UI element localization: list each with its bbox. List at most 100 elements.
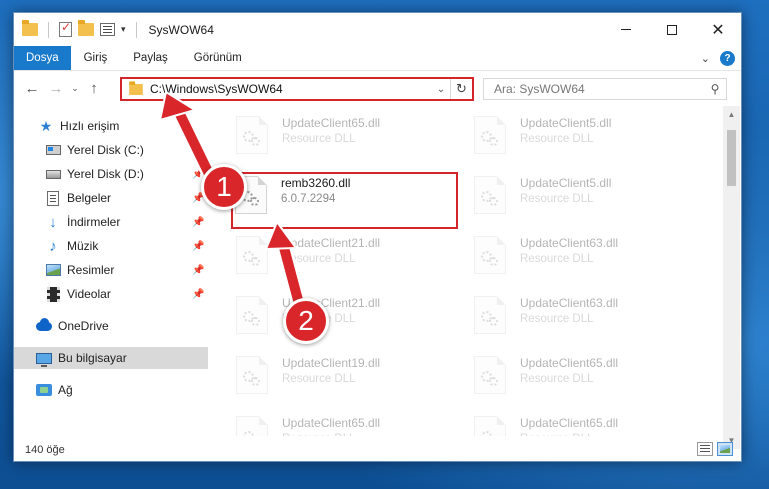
scroll-up-arrow-icon[interactable]: ▲ bbox=[723, 106, 740, 123]
window-controls: ✕ bbox=[603, 13, 741, 46]
file-item[interactable]: UpdateClient63.dll Resource DLL bbox=[474, 236, 618, 284]
dll-file-icon bbox=[474, 116, 506, 154]
forward-button[interactable]: → bbox=[44, 77, 68, 101]
file-name: UpdateClient21.dll bbox=[282, 236, 381, 250]
file-type: Resource DLL bbox=[520, 253, 594, 265]
file-name: remb3260.dll bbox=[281, 176, 351, 190]
sidebar-item-videos[interactable]: Videolar 📌 bbox=[14, 283, 208, 305]
scrollbar-thumb[interactable] bbox=[727, 130, 736, 186]
help-icon[interactable]: ? bbox=[720, 50, 735, 66]
sidebar-item-label: Belgeler bbox=[67, 191, 112, 205]
dll-file-icon bbox=[474, 356, 506, 394]
folder-icon[interactable] bbox=[22, 20, 38, 36]
pin-icon[interactable]: 📌 bbox=[192, 265, 204, 276]
file-type: Resource DLL bbox=[282, 133, 356, 145]
sidebar-item-local-disk-d[interactable]: Yerel Disk (D:) 📌 bbox=[14, 163, 208, 185]
pin-icon[interactable]: 📌 bbox=[192, 241, 204, 252]
properties-check-icon[interactable] bbox=[59, 20, 72, 37]
file-item[interactable]: UpdateClient21.dll Resource DLL bbox=[236, 236, 380, 284]
sidebar-item-label: Hızlı erişim bbox=[60, 119, 120, 133]
dll-file-icon bbox=[474, 176, 506, 214]
maximize-button[interactable] bbox=[649, 13, 695, 46]
this-pc-icon bbox=[36, 350, 52, 367]
sidebar-item-music[interactable]: ♪ Müzik 📌 bbox=[14, 235, 208, 257]
status-bar: 140 öğe bbox=[14, 438, 741, 461]
file-list: UpdateClient65.dll Resource DLL UpdateCli… bbox=[222, 106, 722, 436]
sidebar-item-label: Bu bilgisayar bbox=[58, 351, 127, 365]
file-name: UpdateClient63.dll bbox=[520, 296, 619, 310]
vertical-scrollbar[interactable]: ▲ ▼ bbox=[723, 106, 740, 449]
pin-icon[interactable]: 📌 bbox=[192, 217, 204, 228]
tab-share[interactable]: Paylaş bbox=[120, 46, 181, 70]
file-type: Resource DLL bbox=[520, 133, 594, 145]
minimize-icon bbox=[621, 29, 631, 30]
file-item[interactable]: UpdateClient65.dllResource DLL bbox=[474, 356, 618, 404]
navigation-buttons: ← → ⌄ ↑ bbox=[14, 77, 106, 101]
sidebar-item-label: Yerel Disk (D:) bbox=[67, 167, 144, 181]
file-type: Resource DLL bbox=[520, 193, 594, 205]
expand-ribbon-chevron-icon[interactable]: ⌄ bbox=[701, 52, 710, 65]
onedrive-icon bbox=[36, 317, 52, 334]
new-folder-icon[interactable] bbox=[78, 20, 94, 36]
navigation-pane: ★ Hızlı erişim Yerel Disk (C:) Yerel Dis… bbox=[14, 106, 208, 436]
search-box[interactable]: Ara: SysWOW64 ⚲ bbox=[483, 78, 727, 100]
file-name: UpdateClient63.dll bbox=[520, 236, 619, 250]
sidebar-item-documents[interactable]: Belgeler 📌 bbox=[14, 187, 208, 209]
file-type: Resource DLL bbox=[282, 431, 380, 436]
file-version: 6.0.7.2294 bbox=[281, 193, 336, 205]
up-button[interactable]: ↑ bbox=[82, 77, 106, 101]
close-button[interactable]: ✕ bbox=[695, 13, 741, 46]
sidebar-item-network[interactable]: Ağ bbox=[14, 379, 208, 401]
file-item[interactable]: UpdateClient19.dll Resource DLL bbox=[236, 356, 380, 404]
file-type: Resource DLL bbox=[282, 373, 356, 385]
sidebar-item-label: İndirmeler bbox=[67, 215, 121, 229]
sidebar-item-local-disk-c[interactable]: Yerel Disk (C:) bbox=[14, 139, 208, 161]
file-item[interactable]: UpdateClient65.dllResource DLL bbox=[236, 416, 380, 436]
file-name: UpdateClient5.dll bbox=[520, 176, 612, 190]
file-item[interactable]: UpdateClient5.dll Resource DLL bbox=[474, 176, 611, 224]
search-icon[interactable]: ⚲ bbox=[704, 82, 726, 96]
sidebar-item-onedrive[interactable]: OneDrive bbox=[14, 315, 208, 337]
drive-icon bbox=[45, 142, 61, 158]
sidebar-item-this-pc[interactable]: Bu bilgisayar bbox=[14, 347, 208, 369]
search-input[interactable]: Ara: SysWOW64 bbox=[494, 82, 704, 96]
step-1-badge: 1 bbox=[201, 164, 247, 210]
tab-home[interactable]: Giriş bbox=[71, 46, 121, 70]
customize-toolbar-chevron-icon[interactable]: ▾ bbox=[121, 24, 126, 35]
details-view-button[interactable] bbox=[697, 442, 713, 456]
file-explorer-window: ▾ SysWOW64 ✕ Dosya Giriş Paylaş Görünüm … bbox=[13, 12, 742, 462]
dll-file-icon bbox=[236, 296, 268, 334]
file-type: Resource DLL bbox=[520, 373, 594, 385]
tab-file[interactable]: Dosya bbox=[14, 46, 71, 70]
dll-file-icon bbox=[236, 116, 268, 154]
minimize-button[interactable] bbox=[603, 13, 649, 46]
address-dropdown-chevron-icon[interactable]: ⌄ bbox=[432, 84, 450, 95]
file-item[interactable]: UpdateClient5.dll Resource DLL bbox=[474, 116, 611, 164]
item-count: 140 öğe bbox=[25, 443, 65, 456]
sidebar-item-downloads[interactable]: ↓ İndirmeler 📌 bbox=[14, 211, 208, 233]
file-item[interactable]: UpdateClient63.dll Resource DLL bbox=[474, 296, 618, 344]
sidebar-item-quick-access[interactable]: ★ Hızlı erişim bbox=[14, 115, 208, 137]
file-type: Resource DLL bbox=[520, 431, 618, 436]
sidebar-item-label: Yerel Disk (C:) bbox=[67, 143, 144, 157]
tab-view[interactable]: Görünüm bbox=[181, 46, 255, 70]
file-item[interactable]: UpdateClient65.dllResource DLL bbox=[474, 416, 618, 436]
file-name: UpdateClient5.dll bbox=[520, 116, 612, 130]
file-item[interactable]: UpdateClient65.dllResource DLL bbox=[236, 116, 380, 164]
address-path[interactable]: C:\Windows\SysWOW64 bbox=[150, 82, 432, 96]
file-type: Resource DLL bbox=[282, 253, 356, 265]
details-icon[interactable] bbox=[100, 23, 115, 36]
file-name: UpdateClient65.dll bbox=[520, 416, 619, 430]
music-icon: ♪ bbox=[49, 237, 57, 255]
refresh-button[interactable]: ↻ bbox=[450, 79, 472, 99]
dll-file-icon bbox=[474, 236, 506, 274]
tiles-view-button[interactable] bbox=[717, 442, 733, 456]
back-button[interactable]: ← bbox=[20, 77, 44, 101]
folder-icon bbox=[129, 80, 143, 95]
sidebar-item-pictures[interactable]: Resimler 📌 bbox=[14, 259, 208, 281]
recent-locations-chevron-icon[interactable]: ⌄ bbox=[68, 77, 82, 101]
address-bar[interactable]: C:\Windows\SysWOW64 ⌄ ↻ bbox=[120, 77, 474, 101]
sidebar-item-label: Müzik bbox=[67, 239, 99, 253]
pin-icon[interactable]: 📌 bbox=[192, 289, 204, 300]
file-item-selected[interactable]: remb3260.dll 6.0.7.2294 bbox=[235, 176, 350, 224]
